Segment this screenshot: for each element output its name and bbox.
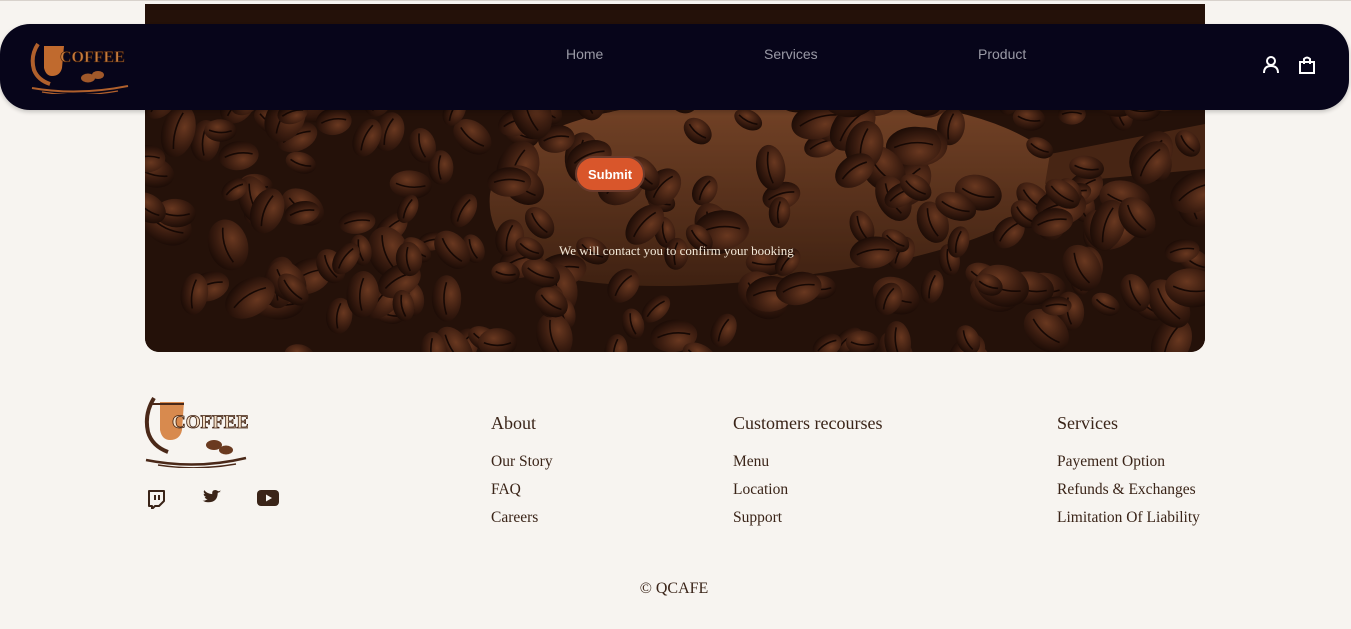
- footer-column-title: Services: [1057, 413, 1118, 433]
- coffee-cup-logo-icon: COFFEE: [144, 396, 249, 469]
- coffee-logo[interactable]: COFFEE: [28, 38, 134, 99]
- shopping-bag-icon[interactable]: [1298, 55, 1316, 80]
- twitch-icon[interactable]: [146, 489, 166, 514]
- nav-services[interactable]: Services: [764, 46, 818, 62]
- footer-link-support[interactable]: Support: [733, 504, 882, 532]
- coffee-cup-logo-icon: COFFEE: [30, 42, 129, 96]
- footer-link-refunds[interactable]: Refunds & Exchanges: [1057, 476, 1200, 504]
- footer-column-title: About: [491, 413, 536, 433]
- footer-column-services: Services Payement Option Refunds & Excha…: [1057, 413, 1200, 532]
- footer-column-title: Customers recourses: [733, 413, 883, 433]
- footer-link-faq[interactable]: FAQ: [491, 476, 553, 504]
- footer-link-careers[interactable]: Careers: [491, 504, 553, 532]
- svg-text:COFFEE: COFFEE: [172, 412, 248, 433]
- footer-link-menu[interactable]: Menu: [733, 448, 882, 476]
- user-icon[interactable]: [1262, 55, 1280, 80]
- footer-link-location[interactable]: Location: [733, 476, 882, 504]
- footer-link-payment-option[interactable]: Payement Option: [1057, 448, 1200, 476]
- nav-product[interactable]: Product: [978, 46, 1026, 62]
- footer-link-our-story[interactable]: Our Story: [491, 448, 553, 476]
- copyright-text: © QCAFE: [639, 580, 709, 597]
- footer-link-liability[interactable]: Limitation Of Liability: [1057, 504, 1200, 532]
- twitter-icon[interactable]: [202, 489, 222, 512]
- footer-column-about: About Our Story FAQ Careers: [491, 413, 553, 532]
- nav-home[interactable]: Home: [566, 46, 603, 62]
- youtube-icon[interactable]: [257, 489, 279, 512]
- footer-column-customers: Customers recourses Menu Location Suppor…: [733, 413, 882, 532]
- booking-confirm-text: We will contact you to confirm your book…: [559, 243, 794, 258]
- top-navbar: COFFEE Home Services Product: [0, 24, 1349, 110]
- submit-button[interactable]: Submit: [575, 156, 645, 192]
- footer-coffee-logo[interactable]: COFFEE: [144, 394, 249, 473]
- svg-text:COFFEE: COFFEE: [60, 49, 125, 66]
